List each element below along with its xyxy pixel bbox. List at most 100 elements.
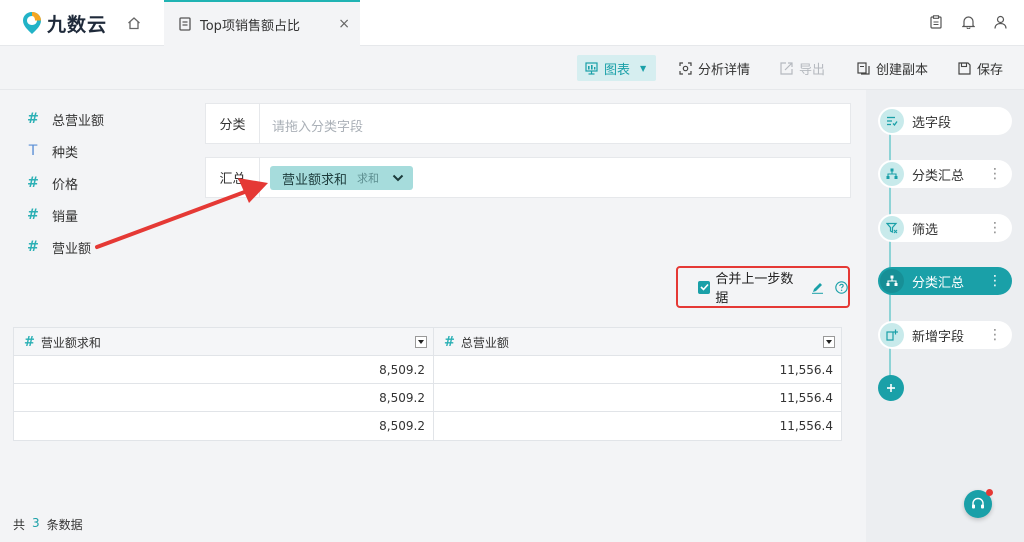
field-label: 价格: [52, 177, 79, 193]
add-step-button[interactable]: [878, 375, 904, 401]
number-type-icon: #: [27, 207, 39, 223]
step-filter[interactable]: 筛选 ⋮: [878, 214, 1012, 242]
home-button[interactable]: [124, 13, 144, 33]
save-label: 保存: [977, 62, 1004, 78]
chart-button-label: 图表: [604, 62, 631, 78]
toolbar: 图表 ▼ 分析详情 导出 创建副本 保存: [0, 46, 1024, 90]
save-button[interactable]: 保存: [958, 55, 1003, 81]
table-row: 8,509.2 11,556.4: [14, 356, 841, 384]
summary-label: 汇总: [206, 158, 260, 197]
copy-icon: [857, 61, 870, 75]
close-icon[interactable]: ×: [338, 16, 350, 32]
summary-drop-zone[interactable]: 汇总 营业额求和 求和: [205, 157, 851, 198]
scan-icon: [679, 61, 692, 75]
category-label: 分类: [206, 104, 260, 143]
row-count-prefix: 共: [13, 518, 26, 532]
row-count-number: 3: [32, 516, 40, 530]
more-vertical-icon[interactable]: ⋮: [988, 326, 1002, 344]
hierarchy-icon: [880, 162, 904, 186]
field-label: 总营业额: [52, 113, 105, 129]
chart-button[interactable]: 图表 ▼: [577, 55, 656, 81]
edit-icon[interactable]: [811, 281, 824, 294]
export-button[interactable]: 导出: [780, 55, 825, 81]
support-chat-button[interactable]: [964, 489, 993, 518]
tab-active-analysis[interactable]: Top项销售额占比 ×: [164, 0, 360, 46]
table-header-row: # 营业额求和 # 总营业额: [14, 328, 841, 356]
chevron-down-icon[interactable]: [389, 169, 407, 187]
hierarchy-icon: [880, 269, 904, 293]
table-cell: 11,556.4: [779, 419, 833, 433]
step-label: 分类汇总: [912, 168, 965, 184]
column-header[interactable]: # 总营业额: [434, 328, 841, 356]
step-label: 分类汇总: [912, 275, 965, 291]
step-label: 筛选: [912, 222, 939, 238]
table-cell: 8,509.2: [14, 384, 434, 412]
more-vertical-icon[interactable]: ⋮: [988, 219, 1002, 237]
category-drop-zone[interactable]: 分类 请拖入分类字段: [205, 103, 851, 144]
table-cell: 11,556.4: [779, 391, 833, 405]
analysis-detail-label: 分析详情: [698, 62, 751, 78]
more-vertical-icon[interactable]: ⋮: [988, 165, 1002, 183]
step-add-field[interactable]: 新增字段 ⋮: [878, 321, 1012, 349]
field-label: 种类: [52, 145, 79, 161]
clipboard-icon[interactable]: [928, 13, 944, 31]
document-icon: [179, 17, 191, 31]
create-copy-button[interactable]: 创建副本: [857, 55, 928, 81]
number-type-icon: #: [443, 334, 455, 350]
select-fields-icon: [880, 109, 904, 133]
table-cell: 8,509.2: [14, 412, 434, 440]
logo-icon: [23, 12, 41, 34]
row-count-suffix: 条数据: [46, 518, 83, 532]
bell-icon[interactable]: [960, 13, 976, 31]
home-icon: [128, 17, 140, 30]
create-copy-label: 创建副本: [876, 62, 929, 78]
number-type-icon: #: [27, 111, 39, 127]
field-label: 营业额: [52, 241, 92, 257]
merge-checkbox[interactable]: [698, 280, 711, 294]
field-item[interactable]: T 种类: [26, 140, 78, 162]
number-type-icon: #: [27, 239, 39, 255]
tab-label: Top项销售额占比: [200, 18, 300, 34]
field-list: # 总营业额 T 种类 # 价格 # 销量 # 营业额: [0, 90, 196, 290]
field-item[interactable]: # 营业额: [26, 236, 91, 258]
column-header-label: 营业额求和: [40, 335, 101, 350]
user-icon[interactable]: [992, 13, 1008, 31]
chip-field-name: 营业额求和: [282, 172, 348, 188]
chart-icon: [585, 61, 598, 75]
field-item[interactable]: # 价格: [26, 172, 78, 194]
export-label: 导出: [799, 62, 826, 78]
top-right-icons: [928, 13, 1008, 31]
app-logo[interactable]: 九数云: [22, 9, 107, 37]
step-label: 新增字段: [912, 329, 965, 345]
number-type-icon: #: [27, 175, 39, 191]
add-field-icon: [880, 323, 904, 347]
plus-icon: [887, 384, 895, 392]
field-item[interactable]: # 销量: [26, 204, 78, 226]
export-icon: [780, 61, 793, 75]
merge-previous-highlight: 合并上一步数据: [676, 266, 850, 308]
result-table: # 营业额求和 # 总营业额 8,509.2 11,556.4 8,509.2 …: [13, 327, 842, 441]
step-group-summary[interactable]: 分类汇总 ⋮: [878, 160, 1012, 188]
step-select-fields[interactable]: 选字段: [878, 107, 1012, 135]
field-item[interactable]: # 总营业额: [26, 108, 104, 130]
chip-aggregation: 求和: [357, 172, 380, 185]
step-group-summary-active[interactable]: 分类汇总 ⋮: [878, 267, 1012, 295]
headset-icon: [972, 497, 984, 509]
column-dropdown-icon[interactable]: [823, 336, 835, 348]
caret-down-icon: ▼: [640, 63, 647, 73]
table-row: 8,509.2 11,556.4: [14, 412, 841, 440]
summary-field-chip[interactable]: 营业额求和 求和: [270, 166, 414, 190]
table-row: 8,509.2 11,556.4: [14, 384, 841, 412]
column-header[interactable]: # 营业额求和: [14, 328, 434, 356]
filter-icon: [880, 216, 904, 240]
row-count: 共 3 条数据: [13, 516, 83, 533]
category-placeholder: 请拖入分类字段: [272, 120, 364, 135]
analysis-detail-button[interactable]: 分析详情: [679, 55, 750, 81]
more-vertical-icon[interactable]: ⋮: [988, 272, 1002, 290]
merge-label[interactable]: 合并上一步数据: [715, 268, 802, 306]
field-label: 销量: [52, 209, 79, 225]
table-cell: 11,556.4: [779, 363, 833, 377]
column-dropdown-icon[interactable]: [414, 336, 427, 348]
help-icon[interactable]: [835, 280, 848, 294]
notification-dot: [986, 489, 993, 496]
